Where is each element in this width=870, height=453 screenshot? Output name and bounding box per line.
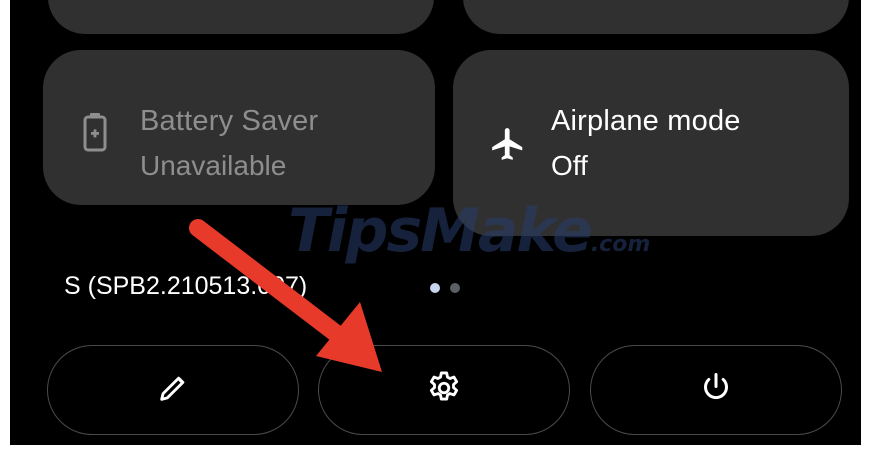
tile-partial-right[interactable] (463, 0, 849, 34)
page-dot-active (430, 283, 440, 293)
battery-icon (82, 112, 108, 157)
pencil-icon (156, 371, 190, 410)
settings-button[interactable] (318, 345, 570, 435)
page-dot-inactive (450, 283, 460, 293)
battery-saver-title: Battery Saver (140, 105, 319, 137)
edit-button[interactable] (47, 345, 299, 435)
airplane-mode-tile[interactable]: Airplane mode Off (453, 50, 849, 236)
airplane-mode-status: Off (551, 150, 588, 181)
airplane-mode-title: Airplane mode (551, 105, 741, 137)
battery-saver-tile[interactable]: Battery Saver Unavailable (43, 50, 435, 205)
power-button[interactable] (590, 345, 842, 435)
quick-settings-panel: Battery Saver Unavailable Airplane mode … (10, 0, 861, 445)
build-number: S (SPB2.210513.007) (64, 272, 308, 300)
battery-saver-status: Unavailable (140, 150, 287, 181)
tile-partial-left[interactable] (48, 0, 434, 34)
power-icon (698, 370, 734, 411)
gear-icon (425, 369, 463, 412)
airplane-icon (489, 124, 527, 169)
